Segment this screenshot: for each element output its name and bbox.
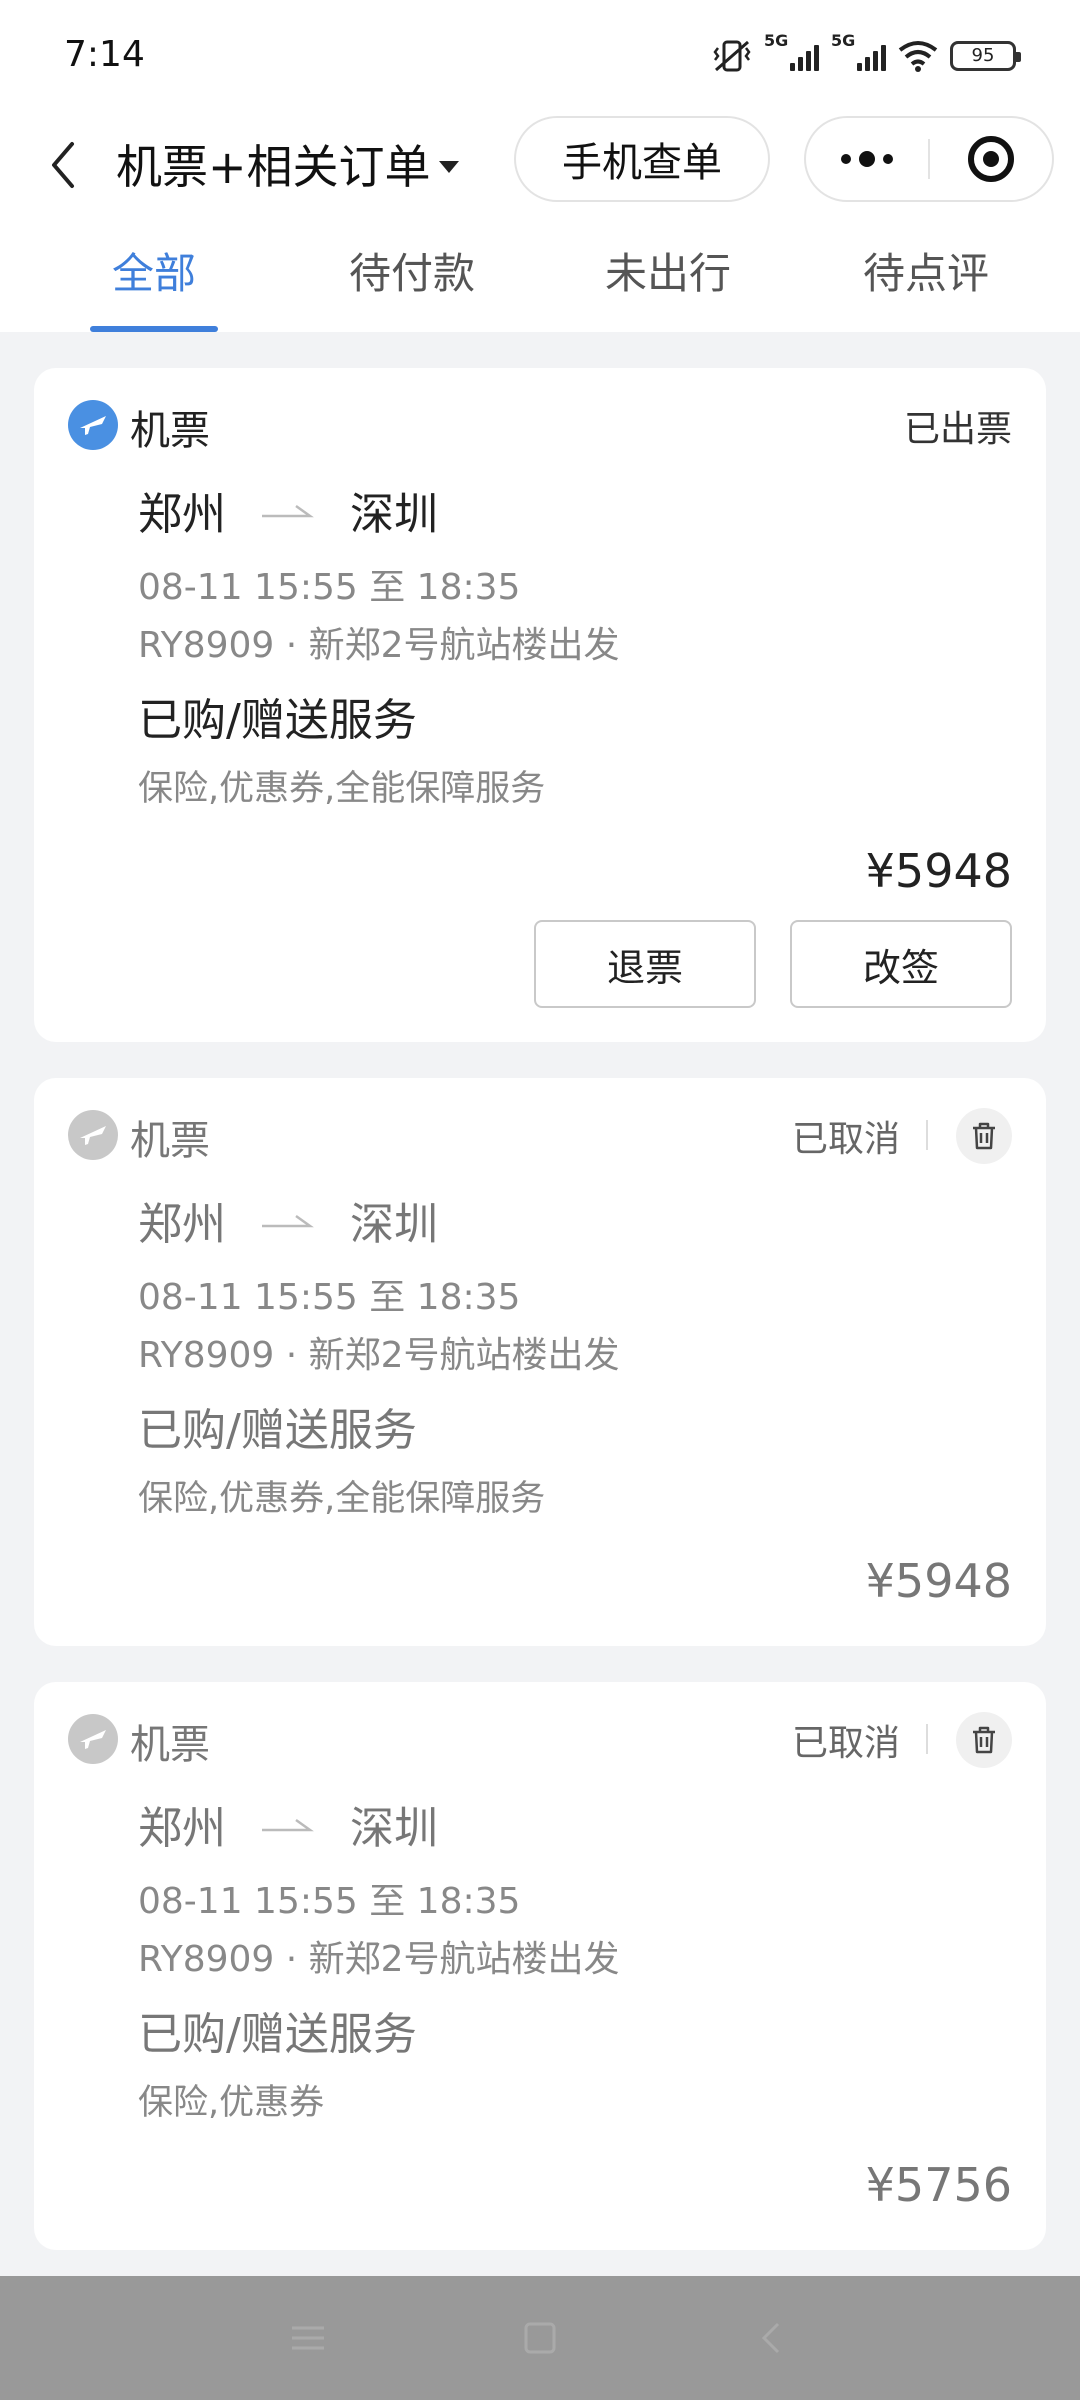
trash-icon bbox=[973, 1122, 995, 1150]
services-title: 已购/赠送服务 bbox=[138, 695, 417, 746]
close-target-icon[interactable] bbox=[930, 118, 1052, 200]
order-status: 已出票 bbox=[903, 409, 1012, 450]
plane-icon bbox=[68, 1714, 118, 1764]
status-divider bbox=[926, 1724, 928, 1754]
order-price: ¥5948 bbox=[865, 844, 1012, 898]
route-arrow-icon bbox=[262, 504, 314, 518]
battery-icon: 95 bbox=[950, 41, 1021, 71]
order-status: 已取消 bbox=[791, 1723, 900, 1764]
order-card[interactable]: 机票 已出票 郑州 深圳 08-11 15:55 至 18:35 RY8909 … bbox=[34, 368, 1046, 1042]
destination-city: 深圳 bbox=[350, 1199, 438, 1250]
order-type: 机票 bbox=[130, 1722, 210, 1768]
order-price: ¥5756 bbox=[865, 2158, 1012, 2212]
flight-datetime: 08-11 15:55 至 18:35 bbox=[138, 567, 521, 608]
status-icons: 5G 5G 95 bbox=[712, 31, 1021, 78]
origin-city: 郑州 bbox=[138, 1803, 226, 1854]
caret-down-icon bbox=[438, 161, 459, 173]
active-tab-indicator bbox=[90, 326, 218, 332]
tab-pending-payment[interactable]: 待付款 bbox=[312, 240, 512, 301]
title-dropdown[interactable]: 机票+相关订单 bbox=[116, 124, 459, 204]
services-title: 已购/赠送服务 bbox=[138, 2009, 417, 2060]
order-card[interactable]: 机票 已取消 郑州 深圳 08-11 15:55 至 18:35 RY8909 … bbox=[34, 1682, 1046, 2250]
trash-icon bbox=[973, 1726, 995, 1754]
services-list: 保险,优惠券,全能保障服务 bbox=[138, 769, 546, 809]
more-icon[interactable] bbox=[806, 118, 928, 200]
signal-1-label: 5G bbox=[764, 31, 789, 50]
route-arrow-icon bbox=[262, 1214, 314, 1228]
route-arrow-icon bbox=[262, 1818, 314, 1832]
tab-pending-review[interactable]: 待点评 bbox=[826, 240, 1026, 301]
flight-datetime: 08-11 15:55 至 18:35 bbox=[138, 1881, 521, 1922]
delete-order-button[interactable] bbox=[956, 1108, 1012, 1164]
signal-2-label: 5G bbox=[831, 31, 856, 50]
status-divider bbox=[926, 1120, 928, 1150]
flight-info: RY8909 · 新郑2号航站楼出发 bbox=[138, 1939, 620, 1980]
services-list: 保险,优惠券,全能保障服务 bbox=[138, 1479, 546, 1519]
home-icon[interactable] bbox=[518, 2316, 562, 2360]
mini-program-capsule bbox=[804, 116, 1054, 202]
page-title: 机票+相关订单 bbox=[116, 140, 431, 194]
status-bar: 7:14 5G 5G 95 bbox=[0, 0, 1080, 110]
order-type: 机票 bbox=[130, 1118, 210, 1164]
phone-query-button[interactable]: 手机查单 bbox=[514, 116, 770, 202]
route: 郑州 深圳 bbox=[138, 478, 438, 542]
origin-city: 郑州 bbox=[138, 489, 226, 540]
flight-info: RY8909 · 新郑2号航站楼出发 bbox=[138, 625, 620, 666]
services-list: 保险,优惠券 bbox=[138, 2083, 325, 2123]
tab-all[interactable]: 全部 bbox=[54, 240, 254, 301]
change-ticket-button[interactable]: 改签 bbox=[790, 920, 1012, 1008]
status-time: 7:14 bbox=[64, 34, 145, 75]
destination-city: 深圳 bbox=[350, 1803, 438, 1854]
back-icon[interactable] bbox=[36, 130, 96, 200]
route: 郑州 深圳 bbox=[138, 1188, 438, 1252]
order-price: ¥5948 bbox=[865, 1554, 1012, 1608]
order-status: 已取消 bbox=[791, 1119, 900, 1160]
order-card[interactable]: 机票 已取消 郑州 深圳 08-11 15:55 至 18:35 RY8909 … bbox=[34, 1078, 1046, 1646]
flight-info: RY8909 · 新郑2号航站楼出发 bbox=[138, 1335, 620, 1376]
tab-not-travelled[interactable]: 未出行 bbox=[568, 240, 768, 301]
origin-city: 郑州 bbox=[138, 1199, 226, 1250]
flight-datetime: 08-11 15:55 至 18:35 bbox=[138, 1277, 521, 1318]
header: 机票+相关订单 手机查单 bbox=[0, 110, 1080, 220]
delete-order-button[interactable] bbox=[956, 1712, 1012, 1768]
back-nav-icon[interactable] bbox=[750, 2316, 794, 2360]
services-title: 已购/赠送服务 bbox=[138, 1405, 417, 1456]
route: 郑州 深圳 bbox=[138, 1792, 438, 1856]
destination-city: 深圳 bbox=[350, 489, 438, 540]
wifi-icon bbox=[898, 41, 938, 72]
signal-icon-1: 5G bbox=[764, 31, 819, 71]
plane-icon bbox=[68, 1110, 118, 1160]
signal-icon-2: 5G bbox=[831, 31, 886, 71]
system-nav-bar bbox=[0, 2276, 1080, 2400]
menu-icon[interactable] bbox=[286, 2316, 330, 2360]
order-type: 机票 bbox=[130, 408, 210, 454]
refund-button[interactable]: 退票 bbox=[534, 920, 756, 1008]
plane-icon bbox=[68, 400, 118, 450]
vibrate-icon bbox=[713, 40, 751, 72]
tab-bar: 全部 待付款 未出行 待点评 bbox=[0, 220, 1080, 332]
